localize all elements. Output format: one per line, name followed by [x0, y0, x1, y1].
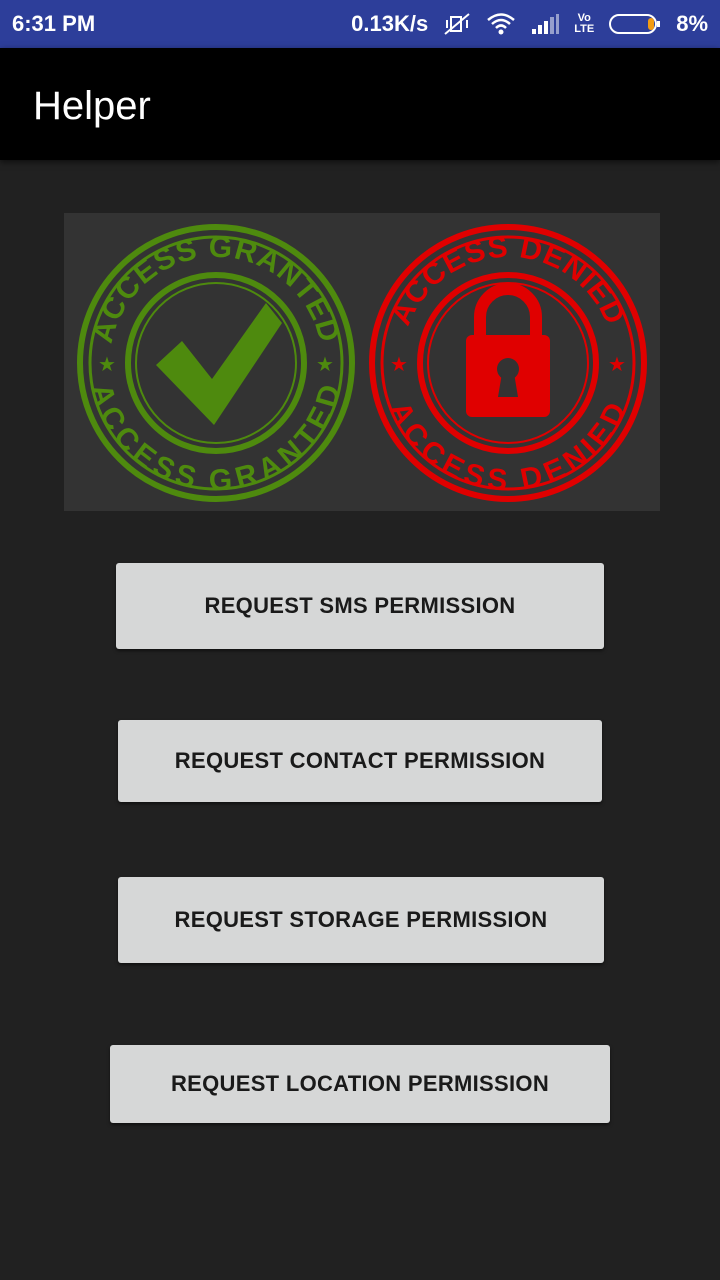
- request-contact-permission-button[interactable]: REQUEST CONTACT PERMISSION: [118, 720, 602, 802]
- padlock-icon: [466, 283, 550, 417]
- granted-top-text: ACCESS GRANTED: [86, 231, 345, 347]
- app-bar: Helper: [0, 48, 720, 160]
- request-location-permission-button[interactable]: REQUEST LOCATION PERMISSION: [110, 1045, 610, 1123]
- checkmark-icon: [156, 303, 282, 425]
- volte-icon: Vo LTE: [574, 13, 594, 35]
- access-denied-stamp: ACCESS DENIED ACCESS DENIED ★ ★: [369, 224, 647, 502]
- network-speed: 0.13K/s: [351, 11, 429, 36]
- svg-text:★: ★: [98, 354, 116, 376]
- status-icons: 0.13K/s Vo LTE 8%: [351, 11, 708, 37]
- app-title: Helper: [33, 84, 151, 128]
- svg-text:★: ★: [390, 354, 408, 376]
- request-storage-permission-button[interactable]: REQUEST STORAGE PERMISSION: [118, 877, 604, 963]
- battery-icon: [608, 12, 662, 36]
- mute-vibrate-icon: [442, 11, 472, 37]
- wifi-icon: [486, 12, 516, 36]
- cell-signal-icon: [530, 13, 560, 35]
- svg-text:★: ★: [608, 354, 626, 376]
- battery-percent: 8%: [676, 11, 708, 36]
- svg-text:★: ★: [316, 354, 334, 376]
- status-bar: 6:31 PM 0.13K/s Vo LTE 8%: [0, 0, 720, 48]
- volte-bottom-text: LTE: [574, 23, 595, 35]
- svg-text:ACCESS DENIED: ACCESS DENIED: [384, 231, 631, 330]
- access-banner-image: ACCESS GRANTED ACCESS GRANTED ★ ★ ACCESS…: [64, 213, 660, 511]
- access-granted-stamp: ACCESS GRANTED ACCESS GRANTED ★ ★: [77, 224, 355, 502]
- status-time: 6:31 PM: [12, 11, 96, 36]
- svg-text:ACCESS GRANTED: ACCESS GRANTED: [86, 231, 346, 347]
- denied-top-text: ACCESS DENIED: [384, 231, 630, 330]
- request-sms-permission-button[interactable]: REQUEST SMS PERMISSION: [116, 563, 604, 649]
